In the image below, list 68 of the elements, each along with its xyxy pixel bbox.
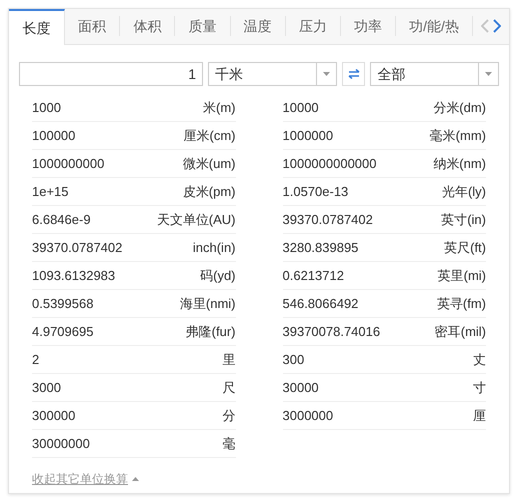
result-value: 1093.6132983 [32, 266, 116, 285]
result-value: 1e+15 [32, 182, 69, 201]
result-value: 39370.0787402 [282, 210, 373, 229]
unit-name: 毫米(mm) [430, 126, 486, 145]
unit-name: 光年(ly) [442, 182, 486, 201]
chevron-right-icon[interactable] [492, 19, 501, 33]
unit-name: 皮米(pm) [182, 182, 236, 201]
caret-down-icon [485, 72, 492, 76]
to-unit-select[interactable]: 全部 [370, 62, 499, 86]
collapse-link[interactable]: 收起其它单位换算 [32, 470, 139, 488]
result-value: 3000000 [282, 406, 334, 425]
unit-name: 厘 [473, 406, 486, 425]
unit-name: 分 [222, 406, 236, 425]
unit-name: 厘米(cm) [184, 126, 236, 145]
result-value: 0.6213712 [282, 266, 344, 285]
unit-name: 里 [222, 350, 236, 369]
unit-name: 弗隆(fur) [186, 322, 236, 341]
unit-name: 微米(um) [182, 154, 236, 173]
swap-button[interactable] [342, 62, 366, 86]
unit-tab[interactable]: 体积 [120, 16, 176, 36]
unit-tab[interactable]: 面积 [65, 16, 120, 36]
result-value: 300000 [32, 406, 76, 425]
unit-tab[interactable]: 质量 [175, 16, 231, 36]
unit-name: 海里(nmi) [180, 294, 236, 313]
result-value: 4.9709695 [32, 322, 94, 341]
result-value: 1000000000000 [282, 154, 376, 173]
result-value: 1.0570e-13 [282, 182, 348, 201]
result-value: 30000000 [32, 434, 90, 453]
unit-name: 英尺(ft) [444, 238, 486, 257]
caret-down-icon [322, 72, 330, 76]
result-value: 6.6846e-9 [32, 210, 91, 229]
result-value: 0.5399568 [32, 294, 94, 313]
unit-name: 天文单位(AU) [156, 210, 236, 229]
unit-name: 英寸(in) [441, 210, 486, 229]
result-value: 1000000 [282, 126, 334, 145]
unit-name: 毫 [222, 434, 236, 453]
unit-tab[interactable]: 功率 [340, 16, 396, 36]
unit-tab[interactable]: 压力 [286, 16, 341, 36]
result-value: 39370.0787402 [32, 238, 122, 257]
unit-name: 米(m) [203, 98, 236, 117]
unit-name: 尺 [222, 378, 236, 397]
result-value: 546.8066492 [282, 294, 358, 313]
result-value: 1000000000 [32, 154, 104, 173]
result-value: 30000 [282, 378, 319, 397]
unit-name: 丈 [473, 350, 486, 369]
unit-name: 纳米(nm) [433, 154, 486, 173]
result-value: 100000 [32, 126, 76, 145]
unit-tab[interactable]: 温度 [230, 16, 286, 36]
result-value: 3280.839895 [282, 238, 358, 257]
result-value: 39370078.74016 [282, 322, 380, 341]
result-value: 1000 [32, 98, 61, 117]
result-value: 3000 [32, 378, 61, 397]
result-value: 10000 [282, 98, 319, 117]
unit-name: 寸 [473, 378, 486, 397]
amount-field[interactable]: 1 [19, 62, 203, 86]
unit-tab[interactable]: 功/能/热 [396, 16, 473, 36]
unit-name: 英里(mi) [438, 266, 486, 285]
unit-name: 分米(dm) [433, 98, 486, 117]
from-unit-select[interactable]: 千米 [208, 62, 337, 86]
unit-tab[interactable]: 长度 [9, 9, 65, 45]
result-value: 2 [32, 350, 40, 369]
unit-name: 密耳(mil) [434, 322, 486, 341]
unit-name: 码(yd) [200, 266, 236, 285]
result-value: 300 [282, 350, 304, 369]
unit-name: 英寻(fm) [436, 294, 486, 313]
swap-arrows-icon [348, 69, 360, 79]
unit-name: inch(in) [192, 238, 236, 257]
caret-up-icon [132, 477, 139, 481]
